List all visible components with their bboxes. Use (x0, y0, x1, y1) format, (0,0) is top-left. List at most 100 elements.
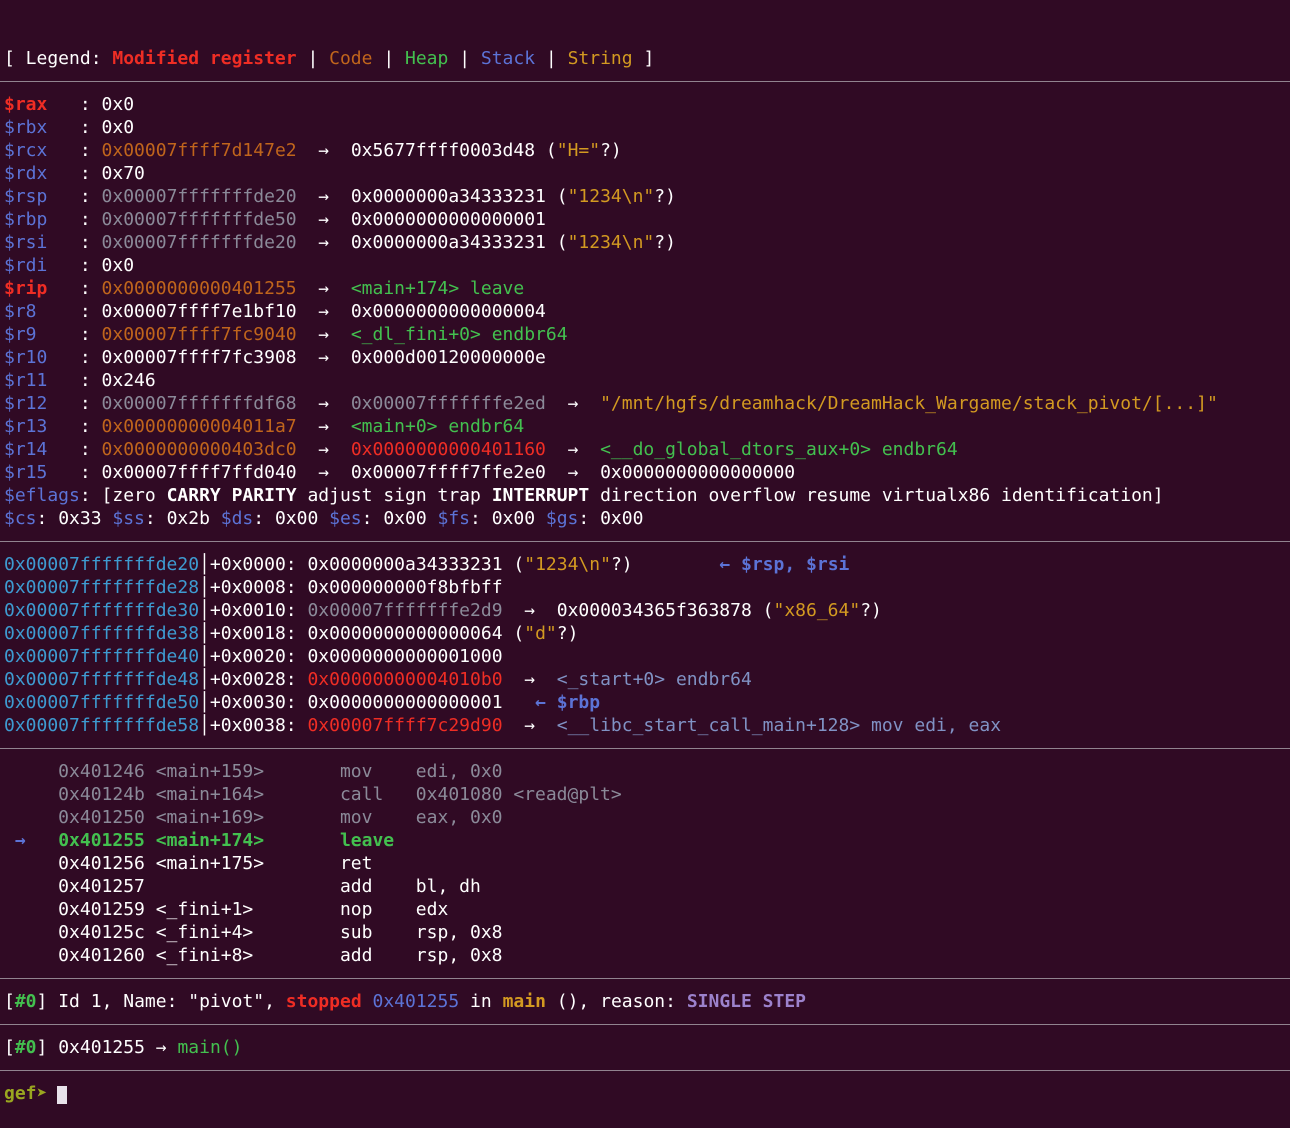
text-span: "1234\n" (524, 554, 611, 575)
text-span: Code (329, 48, 373, 69)
legend-line: [ Legend: Modified register | Code | Hea… (0, 47, 1290, 70)
text-span: 0x40125c <_fini+4> sub rsp, 0x8 (4, 922, 503, 943)
threads-section: [#0] Id 1, Name: "pivot", stopped 0x4012… (0, 990, 1290, 1013)
text-span: → (296, 416, 351, 437)
text-span: 0x00007fffffffde38 (4, 623, 200, 644)
text-span (221, 485, 232, 506)
text-span: <_start+0> endbr64 (556, 669, 752, 690)
text-span: <main+0> endbr64 (350, 416, 525, 437)
registers-line: $rsp : 0x00007fffffffde20 → 0x0000000a34… (0, 185, 1290, 208)
registers-line: $rsi : 0x00007fffffffde20 → 0x0000000a34… (0, 231, 1290, 254)
section-separator (0, 737, 1290, 760)
stack-line: 0x00007fffffffde28│+0x0008: 0x000000000f… (0, 576, 1290, 599)
text-span: $fs (437, 508, 471, 529)
text-span: [ Legend: (4, 48, 113, 69)
prompt-line[interactable]: gef➤ (0, 1082, 1290, 1105)
text-span: ] (36, 991, 59, 1012)
text-span (362, 991, 373, 1012)
text-span: │ (199, 646, 210, 667)
registers-line: $rip : 0x0000000000401255 → <main+174> l… (0, 277, 1290, 300)
text-span: 0x401256 <main+175> ret (4, 853, 373, 874)
text-span: : 0x00 (470, 508, 546, 529)
stack-section: 0x00007fffffffde20│+0x0000: 0x0000000a34… (0, 553, 1290, 737)
stack-line: 0x00007fffffffde30│+0x0010: 0x00007fffff… (0, 599, 1290, 622)
registers-line: $r8 : 0x00007ffff7e1bf10 → 0x00000000000… (0, 300, 1290, 323)
text-span: $r15 (4, 462, 48, 483)
text-span: 0x00007fffffffde30 (4, 600, 200, 621)
text-span: 0x00007fffffffde50 (4, 692, 200, 713)
text-span: 0x00007fffffffde50 (101, 209, 297, 230)
text-span: String (567, 48, 633, 69)
text-span: 0x0000000000000001 (307, 692, 503, 713)
text-span: : (47, 393, 102, 414)
text-span: 0x0000000000000064 (307, 623, 503, 644)
text-span: │ (199, 577, 210, 598)
text-span: 0x00007ffff7c29d90 (307, 715, 503, 736)
section-separator (0, 1013, 1290, 1036)
text-span: main() (177, 1037, 243, 1058)
text-span: 0x00000000004010b0 (307, 669, 503, 690)
text-span: | (535, 48, 568, 69)
text-span: 0x401260 <_fini+8> add rsp, 0x8 (4, 945, 503, 966)
text-span: : 0x00 (361, 508, 438, 529)
text-span: 0x000000000f8bfbff (307, 577, 503, 598)
registers-line: $rbp : 0x00007fffffffde50 → 0x0000000000… (0, 208, 1290, 231)
text-span: 0x00007fffffffde58 (4, 715, 200, 736)
text-span: 0x00007ffff7fc9040 (101, 324, 297, 345)
text-span: : (47, 163, 102, 184)
code-line: 0x401256 <main+175> ret (0, 852, 1290, 875)
legend-section: [ Legend: Modified register | Code | Hea… (0, 47, 1290, 70)
text-span: 0x70 (101, 163, 145, 184)
registers-section: $rax : 0x0 $rbx : 0x0 $rcx : 0x00007ffff7d… (0, 93, 1290, 530)
code-section: 0x401246 <main+159> mov edi, 0x0 0x40124… (0, 760, 1290, 967)
registers-line: $eflags: [zero CARRY PARITY adjust sign … (0, 484, 1290, 507)
text-span: 0x401255 (58, 1037, 145, 1058)
text-span: : (36, 301, 102, 322)
text-span: "d" (524, 623, 557, 644)
registers-line: $rax : 0x0 (0, 93, 1290, 116)
text-span: │ (199, 623, 210, 644)
code-line: 0x401259 <_fini+1> nop edx (0, 898, 1290, 921)
text-span: : (47, 255, 102, 276)
text-span: │ (199, 715, 210, 736)
text-span: ( (502, 623, 525, 644)
text-span: [ (4, 991, 15, 1012)
text-span: 0x00007ffff7ffe2e0 (350, 462, 546, 483)
text-span: $rsp (4, 186, 48, 207)
text-span: ?) (654, 232, 676, 253)
text-span: +0x0010: (209, 600, 308, 621)
text-span: 0x401257 add bl, dh (4, 876, 481, 897)
text-span: PARITY (231, 485, 297, 506)
registers-line: $rbx : 0x0 (0, 116, 1290, 139)
registers-line: $r15 : 0x00007ffff7ffd040 → 0x00007ffff7… (0, 461, 1290, 484)
text-span: $rsi (4, 232, 48, 253)
text-span: 0x00007fffffffde20 (101, 186, 297, 207)
text-span: Modified register (112, 48, 297, 69)
text-span (37, 830, 59, 851)
stack-line: 0x00007fffffffde40│+0x0020: 0x0000000000… (0, 645, 1290, 668)
code-line: 0x401257 add bl, dh (0, 875, 1290, 898)
terminal-cursor[interactable] (57, 1086, 68, 1104)
text-span: ( (751, 600, 774, 621)
text-span: $ss (112, 508, 145, 529)
text-span: 0x00007fffffffde40 (4, 646, 200, 667)
registers-line: $rdx : 0x70 (0, 162, 1290, 185)
code-line: 0x401246 <main+159> mov edi, 0x0 (0, 760, 1290, 783)
text-span: $r10 (4, 347, 48, 368)
trace-line: [#0] 0x401255 → main() (0, 1036, 1290, 1059)
text-span: ( (502, 554, 525, 575)
text-span: → (296, 324, 351, 345)
text-span: ] (632, 48, 655, 69)
text-span: 0x000d00120000000e (350, 347, 546, 368)
text-span: +0x0030: (209, 692, 308, 713)
text-span: │ (199, 600, 210, 621)
text-span: ( (535, 140, 557, 161)
threads-line: [#0] Id 1, Name: "pivot", stopped 0x4012… (0, 990, 1290, 1013)
text-span: 0x00007ffff7ffd040 (101, 462, 297, 483)
text-span: 0x00007ffff7e1bf10 (101, 301, 297, 322)
text-span: 0x0 (101, 94, 135, 115)
code-line: 0x40125c <_fini+4> sub rsp, 0x8 (0, 921, 1290, 944)
text-span: $rdi (4, 255, 48, 276)
text-span: #0 (14, 1037, 37, 1058)
stack-line: 0x00007fffffffde48│+0x0028: 0x0000000000… (0, 668, 1290, 691)
